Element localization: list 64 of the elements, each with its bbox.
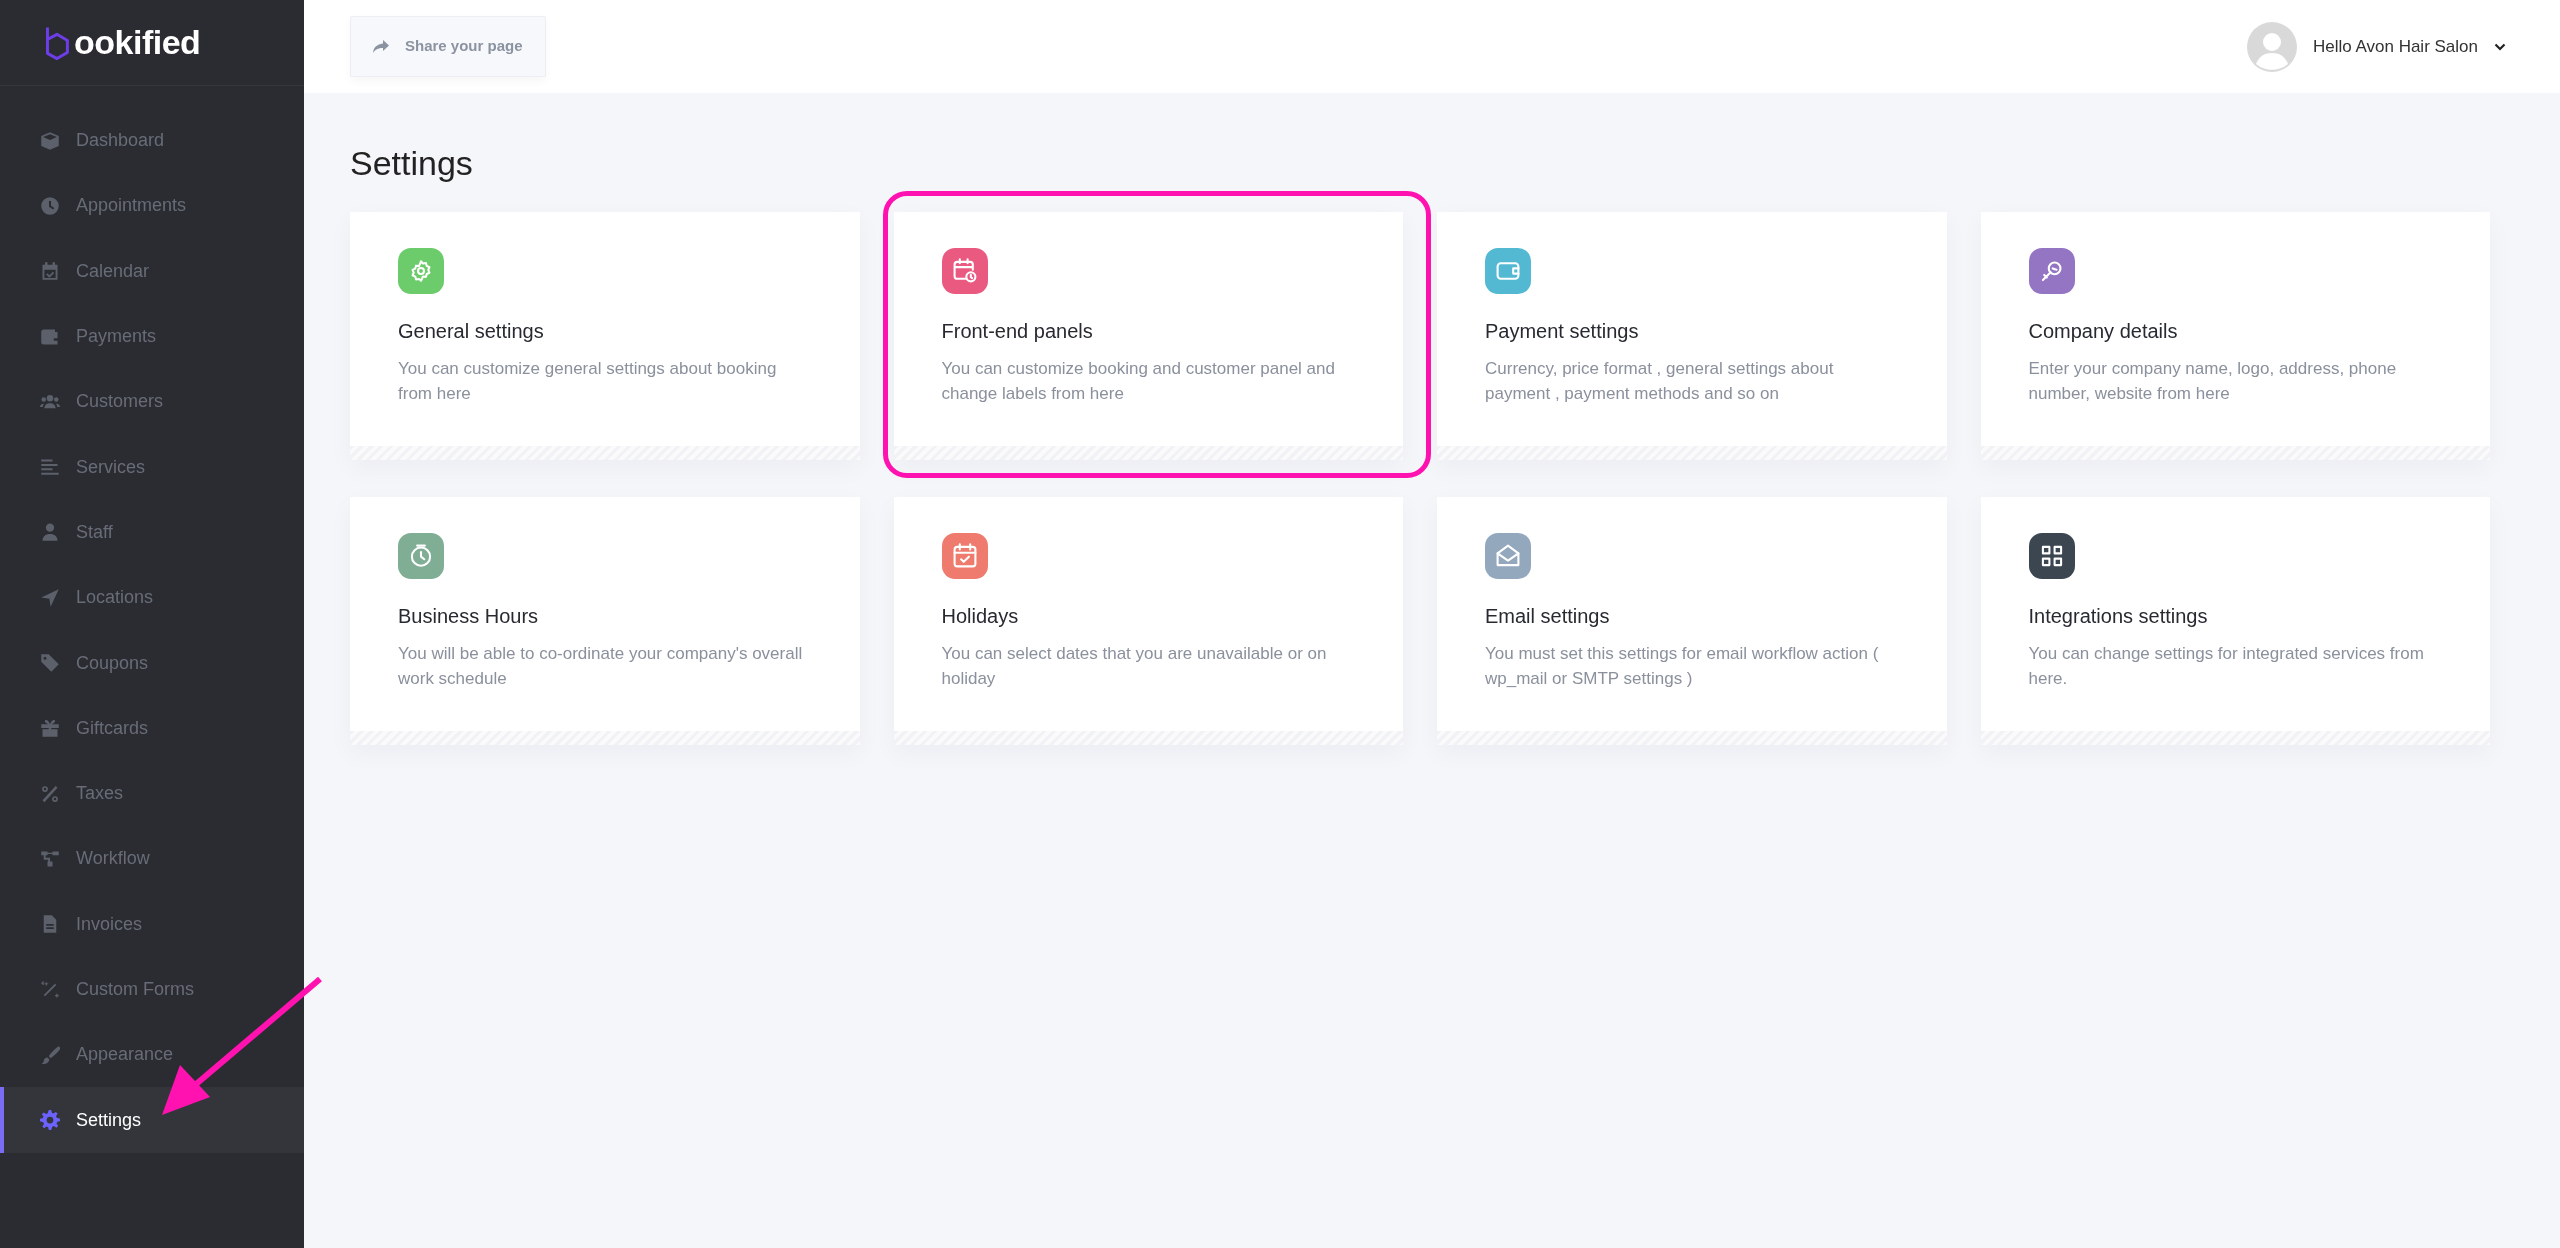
tag-icon [40, 653, 60, 673]
sidebar-item[interactable]: Giftcards [0, 695, 304, 761]
user-icon [40, 522, 60, 543]
percent-icon [40, 783, 60, 804]
sidebar-item[interactable]: Taxes [0, 760, 304, 827]
card-description: You can customize general settings about booking from here [398, 357, 778, 405]
card-description: You will be able to co-ordinate your company's overall work schedule [398, 642, 804, 690]
logo-icon [44, 24, 70, 61]
sidebar-item[interactable]: Locations [0, 565, 304, 631]
card-title: General settings [398, 318, 545, 344]
settings-card[interactable]: Integrations settings You can change settings for integrated services from here. [1980, 496, 2490, 745]
card-title: Holidays [941, 603, 1020, 629]
gift-icon [40, 718, 60, 739]
calendar-check-icon [40, 261, 60, 282]
sidebar-item[interactable]: Payments [0, 303, 304, 370]
user-menu[interactable]: Hello Avon Hair Salon [2246, 21, 2506, 72]
card-description: Currency, price format , general settings about payment , payment methods and so on [1485, 357, 1835, 405]
list-icon [40, 457, 60, 478]
navigation-arrow-icon [40, 587, 60, 608]
sidebar-item[interactable]: Invoices [0, 891, 304, 957]
cube-icon [40, 130, 60, 151]
card-title: Front-end panels [941, 318, 1094, 344]
chevron-down-icon [2494, 42, 2506, 51]
settings-card[interactable]: Email settings You must set this settings for email workflow action ( wp_mail or SMTP settings ) [1437, 496, 1947, 745]
avatar-icon [2246, 21, 2297, 72]
gear-icon [40, 1110, 60, 1131]
settings-card[interactable]: Payment settings Currency, price format , general settings about payment , payment methods and so on [1437, 211, 1947, 460]
sidebar-item[interactable]: Calendar [0, 238, 304, 304]
sidebar-item[interactable]: Custom Forms [0, 956, 304, 1023]
clock-icon [40, 195, 60, 216]
sidebar-item[interactable]: Workflow [0, 826, 304, 892]
card-description: Enter your company name, logo, address, phone number, website from here [2028, 357, 2398, 405]
sidebar-item[interactable]: Customers [0, 369, 304, 435]
sidebar-item[interactable]: Staff [0, 499, 304, 566]
share-arrow-icon [373, 39, 389, 54]
sidebar-item[interactable]: Dashboard [0, 108, 304, 174]
sidebar-item[interactable]: Appearance [0, 1022, 304, 1088]
card-title: Email settings [1485, 603, 1611, 629]
card-title: Company details [2028, 318, 2179, 344]
card-description: You must set this settings for email workflow action ( wp_mail or SMTP settings ) [1485, 642, 1880, 690]
sidebar-item[interactable]: Services [0, 434, 304, 500]
envelope-icon [1495, 542, 1521, 569]
brush-icon [40, 1044, 60, 1065]
page-title: Settings [350, 143, 474, 184]
calendar-check-icon [951, 542, 978, 569]
calendar-clock-icon [951, 257, 978, 284]
settings-card[interactable]: Front-end panels You can customize booking and customer panel and change labels from here [893, 211, 1403, 460]
sidebar-item[interactable]: Settings [0, 1087, 304, 1153]
share-button[interactable]: Share your page [350, 16, 546, 77]
settings-card[interactable]: General settings You can customize general settings about booking from here [350, 211, 860, 460]
settings-card[interactable]: Company details Enter your company name, logo, address, phone number, website from here [1980, 211, 2490, 460]
card-title: Business Hours [398, 603, 540, 629]
clock-icon [408, 542, 434, 569]
sidebar-item[interactable]: Coupons [0, 630, 304, 696]
magic-wand-icon [40, 979, 60, 1000]
card-description: You can select dates that you are unavailable or on holiday [941, 642, 1328, 690]
settings-card[interactable]: Business Hours You will be able to co-ordinate your company's overall work schedule [350, 496, 860, 745]
card-title: Payment settings [1485, 318, 1640, 344]
settings-card[interactable]: Holidays You can select dates that you are unavailable or on holiday [893, 496, 1403, 745]
card-description: You can change settings for integrated services from here. [2028, 642, 2425, 690]
card-description: You can customize booking and customer panel and change labels from here [941, 357, 1336, 405]
logo-text: ookified [74, 22, 201, 63]
card-title: Integrations settings [2028, 603, 2209, 629]
sidebar-item[interactable]: Appointments [0, 173, 304, 239]
